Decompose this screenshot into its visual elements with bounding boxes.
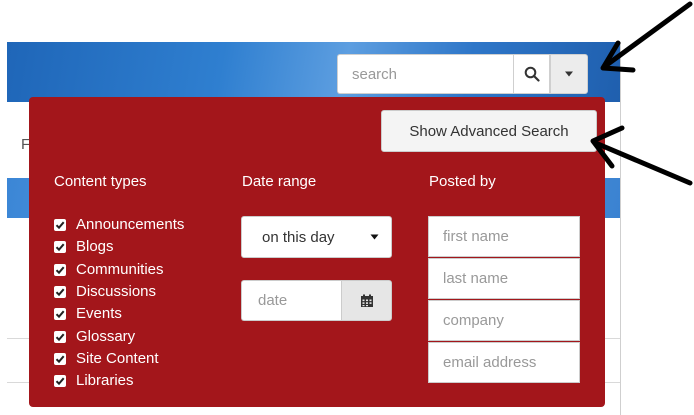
arrow-to-dropdown: [600, 1, 693, 73]
annotation-arrows: [590, 1, 693, 186]
arrow-to-advanced-search: [590, 125, 693, 186]
